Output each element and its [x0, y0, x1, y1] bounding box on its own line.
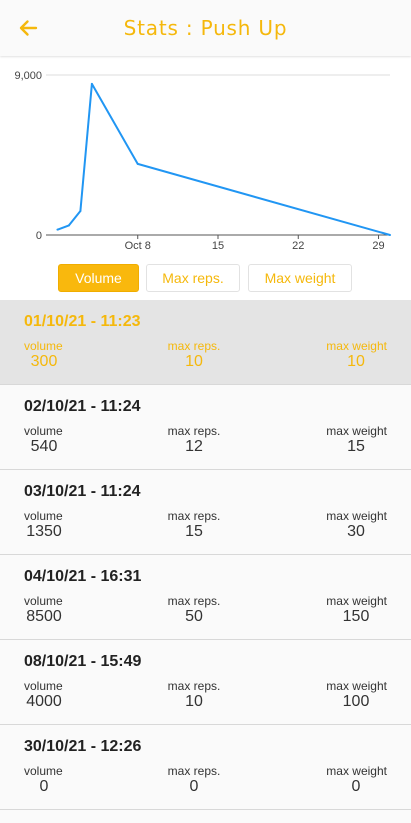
history-entry[interactable]: 04/10/21 - 16:31 volume 8500 max reps. 5… — [0, 555, 411, 640]
data-point — [389, 234, 391, 236]
history-entry[interactable]: 01/10/21 - 11:23 volume 300 max reps. 10… — [0, 300, 411, 385]
max-reps-value: 15 — [185, 523, 203, 540]
x-tick-label: 22 — [292, 240, 304, 252]
max-weight-label: max weight — [326, 764, 387, 778]
volume-value: 4000 — [26, 693, 62, 710]
metric-toggle-group: Volume Max reps. Max weight — [0, 264, 411, 292]
history-entry[interactable]: 03/10/21 - 11:24 volume 1350 max reps. 1… — [0, 470, 411, 555]
max-reps-value: 50 — [185, 608, 203, 625]
max-weight-label: max weight — [326, 424, 387, 438]
max-weight-label: max weight — [326, 509, 387, 523]
y-tick-label: 0 — [36, 230, 42, 242]
max-reps-label: max reps. — [167, 424, 221, 438]
entry-date: 02/10/21 - 11:24 — [24, 398, 141, 415]
volume-value: 0 — [39, 778, 49, 795]
series-line-volume — [57, 82, 391, 236]
max-reps-label: max reps. — [167, 594, 221, 608]
volume-label: volume — [24, 509, 63, 523]
entry-date: 03/10/21 - 11:24 — [24, 483, 141, 500]
volume-label: volume — [24, 679, 63, 693]
max-weight-value: 15 — [347, 438, 365, 455]
max-reps-label: max reps. — [167, 679, 221, 693]
max-reps-label: max reps. — [167, 509, 221, 523]
max-reps-value: 0 — [189, 778, 199, 795]
max-reps-value: 12 — [185, 438, 203, 455]
volume-value: 540 — [30, 438, 58, 455]
volume-label: volume — [24, 339, 63, 353]
app-bar: Stats : Push Up — [0, 0, 411, 56]
entry-date: 01/10/21 - 11:23 — [24, 313, 141, 330]
history-entry[interactable]: 02/10/21 - 11:24 volume 540 max reps. 12… — [0, 385, 411, 470]
volume-label: volume — [24, 424, 63, 438]
volume-label: volume — [24, 764, 63, 778]
max-weight-value: 100 — [342, 693, 370, 710]
y-tick-label: 9,000 — [14, 70, 42, 82]
data-point — [67, 224, 70, 227]
x-tick-label: 15 — [212, 240, 224, 252]
entry-date: 30/10/21 - 12:26 — [24, 738, 142, 755]
page-title: Stats : Push Up — [123, 16, 288, 40]
max-weight-value: 30 — [347, 523, 365, 540]
volume-label: volume — [24, 594, 63, 608]
entry-date: 08/10/21 - 15:49 — [24, 653, 142, 670]
max-reps-label: max reps. — [167, 339, 221, 353]
max-reps-label: max reps. — [167, 764, 221, 778]
x-tick-label: Oct 8 — [125, 240, 151, 252]
data-point — [136, 162, 139, 165]
toggle-volume[interactable]: Volume — [58, 264, 139, 292]
max-weight-label: max weight — [326, 594, 387, 608]
max-weight-value: 0 — [351, 778, 361, 795]
max-weight-value: 10 — [347, 353, 365, 370]
x-tick-label: 29 — [372, 240, 384, 252]
toggle-max-weight[interactable]: Max weight — [248, 264, 352, 292]
max-weight-value: 150 — [342, 608, 370, 625]
volume-line-chart: 9,000 0 Oct 8 15 22 29 — [14, 70, 391, 252]
history-list: 01/10/21 - 11:23 volume 300 max reps. 10… — [0, 300, 411, 810]
volume-value: 8500 — [26, 608, 62, 625]
data-point — [56, 228, 59, 231]
max-weight-label: max weight — [326, 339, 387, 353]
max-reps-value: 10 — [185, 693, 203, 710]
entry-date: 04/10/21 - 16:31 — [24, 568, 142, 585]
history-entry[interactable]: 30/10/21 - 12:26 volume 0 max reps. 0 ma… — [0, 725, 411, 810]
toggle-max-reps[interactable]: Max reps. — [146, 264, 240, 292]
volume-value: 1350 — [26, 523, 62, 540]
max-reps-value: 10 — [185, 353, 203, 370]
data-point — [79, 210, 82, 212]
volume-value: 300 — [30, 353, 58, 370]
max-weight-label: max weight — [326, 679, 387, 693]
data-point — [90, 82, 93, 85]
chart-panel: 9,000 0 Oct 8 15 22 29 Volume Max reps. Max w… — [0, 56, 411, 300]
history-entry[interactable]: 08/10/21 - 15:49 volume 4000 max reps. 1… — [0, 640, 411, 725]
